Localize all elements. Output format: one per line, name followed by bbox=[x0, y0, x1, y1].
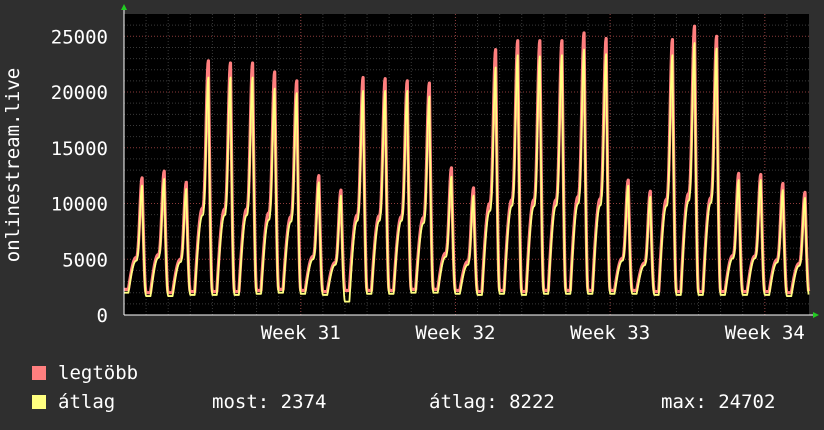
legend-avg-label: átlag bbox=[58, 391, 116, 413]
y-axis-label: onlinestream.live bbox=[2, 68, 24, 262]
y-tick-label: 10000 bbox=[51, 194, 108, 216]
stat-now: most: 2374 bbox=[212, 391, 327, 413]
x-tick-label: Week 33 bbox=[570, 322, 650, 344]
y-tick-label: 15000 bbox=[51, 138, 108, 160]
y-tick-label: 20000 bbox=[51, 82, 108, 104]
legend-avg: átlag bbox=[32, 391, 115, 413]
y-tick-label: 25000 bbox=[51, 26, 108, 48]
x-axis-arrow bbox=[813, 312, 819, 318]
x-tick-label: Week 31 bbox=[261, 322, 341, 344]
x-tick-label: Week 34 bbox=[725, 322, 805, 344]
legend-avg-swatch bbox=[32, 395, 46, 409]
y-tick-label: 0 bbox=[97, 305, 108, 327]
legend-max-swatch bbox=[32, 366, 46, 380]
x-tick-label: Week 32 bbox=[415, 322, 495, 344]
stat-avg: átlag: 8222 bbox=[429, 391, 555, 413]
legend-max-label: legtöbb bbox=[58, 362, 139, 384]
y-axis-arrow bbox=[121, 4, 127, 10]
legend-max: legtöbb bbox=[32, 362, 138, 384]
stat-max: max: 24702 bbox=[661, 391, 776, 413]
y-tick-label: 5000 bbox=[62, 249, 108, 271]
